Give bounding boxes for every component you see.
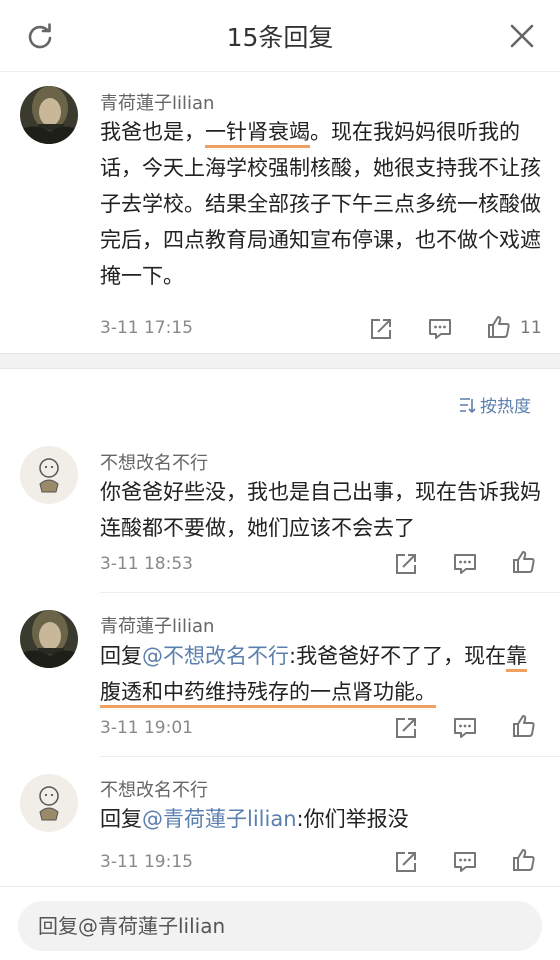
avatar[interactable] [20, 610, 78, 668]
comment-icon[interactable] [452, 849, 478, 875]
reply-bar [0, 886, 560, 960]
like-count: 11 [520, 318, 542, 338]
text-segment: 我爸也是， [100, 120, 205, 144]
reply-username[interactable]: 不想改名不行 [100, 449, 208, 475]
reply-time: 3-11 19:15 [100, 852, 193, 872]
comment-text: 我爸也是，一针肾衰竭。现在我妈妈很听我的话，今天上海学校强制核酸，她很支持我不让… [100, 114, 548, 294]
close-icon[interactable] [508, 22, 536, 50]
avatar[interactable] [20, 446, 78, 504]
avatar[interactable] [20, 774, 78, 832]
share-icon[interactable] [393, 715, 419, 741]
text-segment: 你爸爸好些没，我也是自己出事，现在告诉我妈连酸都不要做，她们应该不会去了 [100, 480, 541, 540]
reply-username[interactable]: 不想改名不行 [100, 776, 208, 802]
row-separator [100, 756, 560, 757]
comment-icon[interactable] [452, 551, 478, 577]
reply-text: 回复@不想改名不行:我爸爸好不了了，现在靠腹透和中药维持残存的一点肾功能。 [100, 638, 548, 710]
comment-time: 3-11 17:15 [100, 318, 193, 338]
avatar[interactable] [20, 86, 78, 144]
page-title: 15条回复 [226, 23, 334, 52]
comment-icon[interactable] [452, 715, 478, 741]
mention-link[interactable]: @不想改名不行 [142, 644, 289, 668]
share-icon[interactable] [393, 849, 419, 875]
reply-input[interactable] [18, 901, 542, 951]
thumbs-up-icon[interactable] [511, 847, 537, 873]
mention-link[interactable]: @青荷蓮子lilian [142, 807, 297, 831]
section-divider [0, 353, 560, 369]
comment-username[interactable]: 青荷蓮子lilian [100, 89, 214, 115]
reply-time: 3-11 19:01 [100, 718, 193, 738]
highlighted-text: 一针肾衰竭 [205, 120, 310, 148]
thumbs-up-icon[interactable] [511, 713, 537, 739]
text-segment: :我爸爸好不了了，现在 [289, 644, 507, 668]
row-separator [100, 592, 560, 593]
share-icon[interactable] [368, 316, 394, 342]
comment-icon[interactable] [427, 316, 453, 342]
text-segment: 。现在我妈妈很听我的话，今天上海学校强制核酸，她很支持我不让孩子去学校。结果全部… [100, 120, 541, 288]
reply-text: 你爸爸好些没，我也是自己出事，现在告诉我妈连酸都不要做，她们应该不会去了 [100, 474, 548, 546]
sort-icon [460, 397, 476, 413]
sort-label: 按热度 [480, 397, 531, 417]
reply-username[interactable]: 青荷蓮子lilian [100, 612, 214, 638]
thumbs-up-icon[interactable] [486, 314, 512, 340]
sort-button[interactable]: 按热度 [458, 392, 531, 417]
thumbs-up-icon[interactable] [511, 549, 537, 575]
share-icon[interactable] [393, 551, 419, 577]
text-segment: 回复 [100, 807, 142, 831]
reply-time: 3-11 18:53 [100, 554, 193, 574]
reply-text: 回复@青荷蓮子lilian:你们举报没 [100, 801, 548, 837]
top-bar: 15条回复 [0, 0, 560, 72]
text-segment: :你们举报没 [296, 807, 409, 831]
text-segment: 回复 [100, 644, 142, 668]
